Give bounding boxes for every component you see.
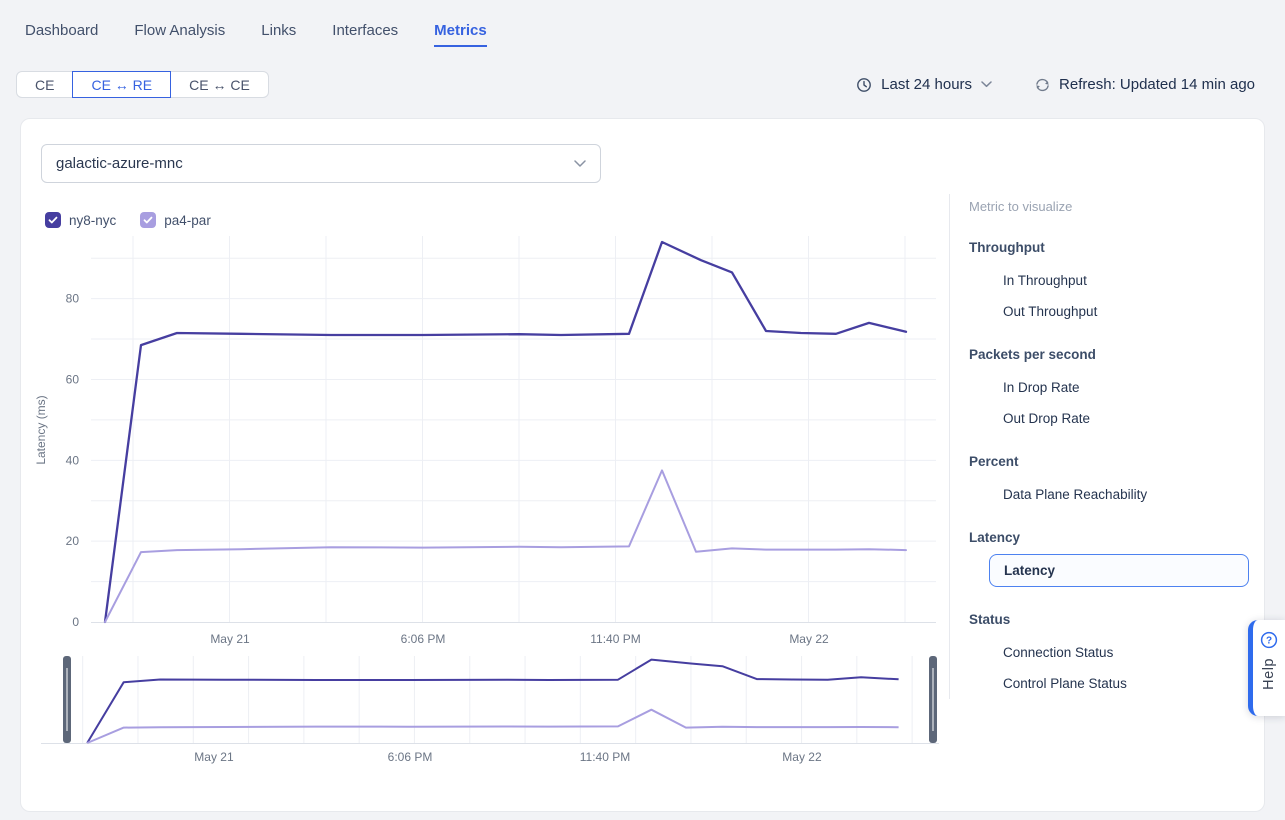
svg-text:11:40 PM: 11:40 PM <box>580 750 630 764</box>
device-select[interactable]: galactic-azure-mnc <box>41 144 601 183</box>
tab-dashboard[interactable]: Dashboard <box>25 22 98 47</box>
connection-type-segmented-control: CE CE ↔ RE CE ↔ CE <box>16 71 269 98</box>
group-percent: Percent <box>969 453 1269 470</box>
group-throughput: Throughput <box>969 239 1269 256</box>
tab-links[interactable]: Links <box>261 22 296 47</box>
svg-text:60: 60 <box>66 372 80 386</box>
help-icon: ? <box>1260 631 1278 649</box>
svg-text:40: 40 <box>66 453 80 467</box>
filter-ce-button[interactable]: CE <box>16 71 73 98</box>
chevron-down-icon <box>574 160 586 168</box>
tab-flow-analysis[interactable]: Flow Analysis <box>134 22 225 47</box>
metric-item-control-plane-status[interactable]: Control Plane Status <box>969 675 1269 692</box>
metric-item-out-throughput[interactable]: Out Throughput <box>969 303 1269 320</box>
refresh-button[interactable]: Refresh: Updated 14 min ago <box>1034 76 1255 93</box>
metric-item-in-throughput[interactable]: In Throughput <box>969 272 1269 289</box>
svg-text:6:06 PM: 6:06 PM <box>388 750 433 764</box>
time-range-label: Last 24 hours <box>881 76 972 93</box>
chart-range-brush[interactable]: May 21 6:06 PM 11:40 PM May 22 <box>21 649 951 764</box>
tab-interfaces[interactable]: Interfaces <box>332 22 398 47</box>
filter-ce-re-button[interactable]: CE ↔ RE <box>72 71 171 98</box>
metric-sidebar-title: Metric to visualize <box>969 199 1269 215</box>
group-latency: Latency <box>969 529 1269 546</box>
svg-text:May 21: May 21 <box>210 632 250 646</box>
filter-ce-ce-button[interactable]: CE ↔ CE <box>170 71 269 98</box>
svg-text:Latency (ms): Latency (ms) <box>34 395 48 464</box>
svg-text:20: 20 <box>66 534 80 548</box>
svg-text:May 22: May 22 <box>789 632 829 646</box>
tab-metrics[interactable]: Metrics <box>434 22 487 47</box>
svg-text:11:40 PM: 11:40 PM <box>590 632 640 646</box>
latency-line-chart[interactable]: 0 20 40 60 80 May 21 6:06 PM 11:40 PM May 22 Late… <box>21 219 951 659</box>
refresh-icon <box>1034 77 1051 93</box>
clock-icon <box>856 77 872 93</box>
svg-text:6:06 PM: 6:06 PM <box>401 632 446 646</box>
metric-item-data-plane-reachability[interactable]: Data Plane Reachability <box>969 486 1269 503</box>
svg-text:0: 0 <box>72 615 79 629</box>
svg-text:?: ? <box>1266 636 1272 647</box>
time-range-dropdown[interactable]: Last 24 hours <box>856 76 992 93</box>
svg-text:80: 80 <box>66 292 80 306</box>
help-button[interactable]: ? Help <box>1248 620 1285 716</box>
metric-item-connection-status[interactable]: Connection Status <box>969 644 1269 661</box>
refresh-label: Refresh: Updated 14 min ago <box>1059 76 1255 93</box>
help-label: Help <box>1261 658 1277 690</box>
svg-text:May 21: May 21 <box>194 750 234 764</box>
chevron-down-icon <box>981 81 992 88</box>
svg-text:May 22: May 22 <box>782 750 822 764</box>
metric-item-in-drop-rate[interactable]: In Drop Rate <box>969 379 1269 396</box>
brush-handle[interactable] <box>63 656 71 743</box>
top-nav: Dashboard Flow Analysis Links Interfaces… <box>0 0 1285 47</box>
group-packets-per-second: Packets per second <box>969 346 1269 363</box>
divider <box>949 194 950 699</box>
device-select-value: galactic-azure-mnc <box>56 155 574 172</box>
group-status: Status <box>969 611 1269 628</box>
metric-sidebar: Metric to visualize Throughput In Throug… <box>969 199 1269 692</box>
toolbar: CE CE ↔ RE CE ↔ CE Last 24 hours Refr <box>16 71 1255 98</box>
brush-handle[interactable] <box>929 656 937 743</box>
metric-item-out-drop-rate[interactable]: Out Drop Rate <box>969 410 1269 427</box>
metric-item-latency[interactable]: Latency <box>989 554 1249 587</box>
metrics-card: galactic-azure-mnc ny8-nyc pa4-par 02040… <box>20 118 1265 812</box>
